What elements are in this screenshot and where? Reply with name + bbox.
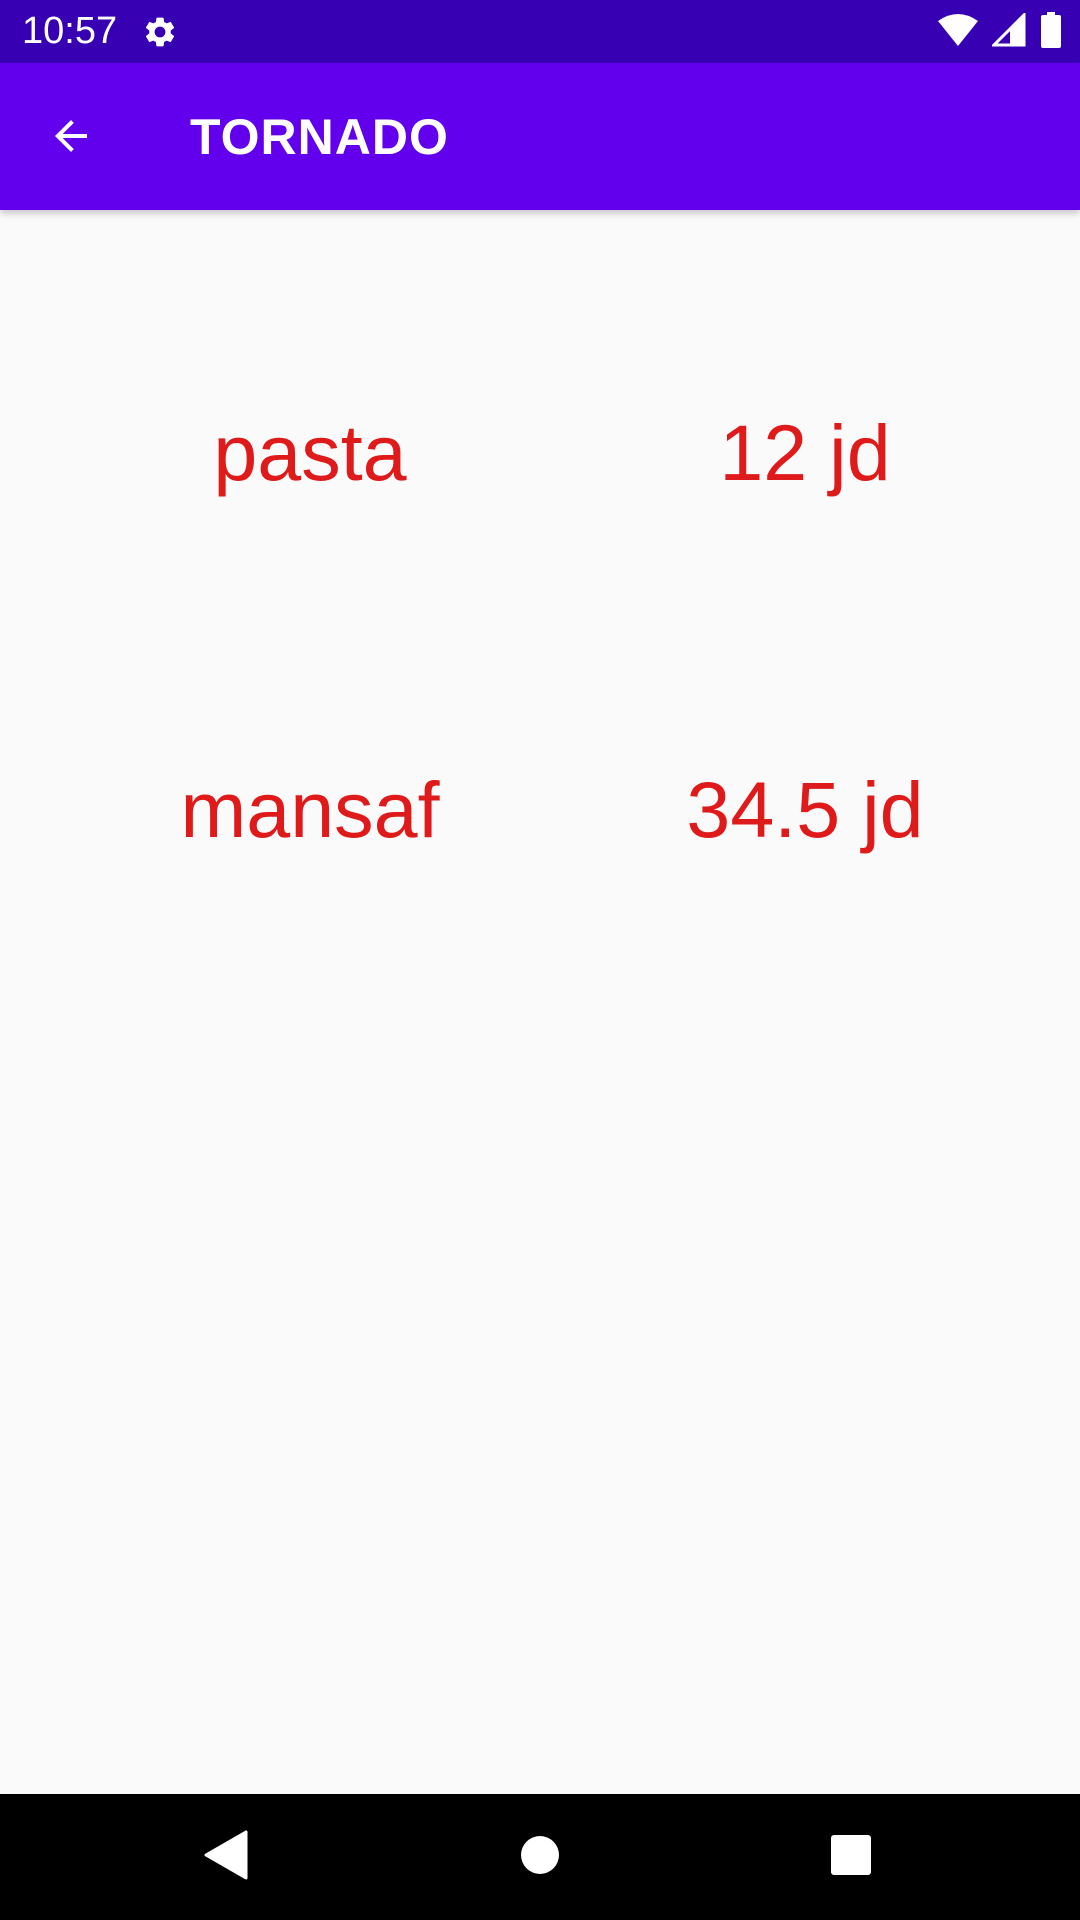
menu-item-name: mansaf (180, 765, 440, 854)
arrow-back-icon (47, 112, 95, 165)
gear-icon (142, 14, 178, 50)
page-title: TORNADO (190, 109, 449, 165)
menu-item-price: 34.5 jd (686, 765, 924, 854)
nav-back-button[interactable] (192, 1824, 258, 1890)
nav-home-button[interactable] (507, 1824, 573, 1890)
signal-icon (990, 10, 1026, 52)
status-time: 10:57 (22, 10, 118, 52)
home-circle-icon (520, 1835, 560, 1880)
menu-item-name: pasta (213, 408, 407, 497)
battery-icon (1040, 11, 1062, 53)
wifi-icon (938, 13, 978, 52)
back-triangle-icon (202, 1830, 248, 1885)
navigation-bar (0, 1794, 1080, 1920)
menu-item-price: 12 jd (719, 408, 891, 497)
recents-square-icon (830, 1834, 872, 1881)
back-button[interactable] (36, 103, 106, 173)
menu-item-pasta[interactable]: pasta 12 jd (0, 393, 1080, 513)
menu-item-mansaf[interactable]: mansaf 34.5 jd (0, 750, 1080, 870)
menu-list: pasta 12 jd mansaf 34.5 jd (0, 210, 1080, 1794)
status-bar: 10:57 (0, 0, 1080, 63)
nav-recents-button[interactable] (818, 1824, 884, 1890)
app-bar: TORNADO (0, 63, 1080, 210)
status-icons (938, 10, 1062, 53)
